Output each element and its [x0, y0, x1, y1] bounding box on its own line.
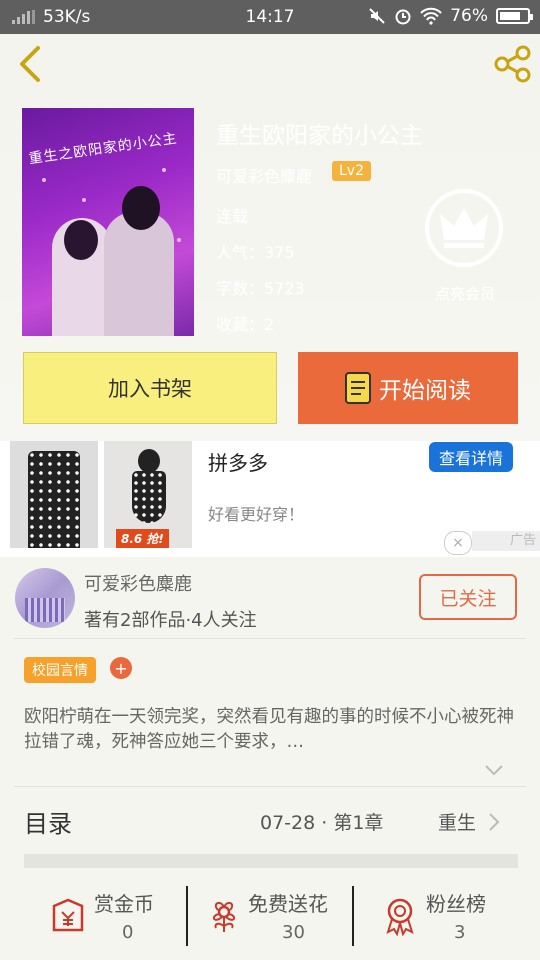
status-right: 76% — [368, 6, 533, 26]
book-description[interactable]: 欧阳柠萌在一天领完奖，突然看见有趣的事的时候不小心被死神拉错了魂，死神答应她三个… — [24, 705, 514, 755]
book-status: 连载 — [216, 207, 249, 226]
add-to-shelf-button[interactable]: 加入书架 — [23, 352, 277, 424]
free-flowers-value: 30 — [282, 922, 305, 943]
mute-icon — [369, 8, 385, 24]
vip-crown-icon[interactable] — [424, 188, 504, 268]
ad-banner[interactable]: 8.6 抢! 拼多多 好看更好穿！ 查看详情 × 广告 — [0, 441, 540, 557]
start-reading-button[interactable]: 开始阅读 — [298, 352, 518, 424]
follow-button[interactable]: 已关注 — [419, 574, 517, 620]
genre-tag[interactable]: 校园言情 — [24, 657, 96, 683]
battery-percent: 76% — [450, 6, 488, 26]
status-bar: 53K/s 14:17 76% — [0, 0, 540, 34]
avatar[interactable] — [15, 568, 75, 628]
author-stats: 著有2部作品·4人关注 — [84, 610, 257, 631]
book-author[interactable]: 可爱彩色麋鹿 — [216, 163, 312, 187]
ad-details-button[interactable]: 查看详情 — [429, 442, 513, 472]
red-envelope-icon — [52, 898, 84, 932]
cover-title: 重生之欧阳家的小公主 — [27, 130, 179, 168]
divider — [352, 886, 354, 946]
author-row[interactable]: 可爱彩色麋鹿 著有2部作品·4人关注 已关注 — [0, 560, 540, 638]
book-popularity: 人气：375 — [216, 243, 295, 262]
medal-icon — [386, 898, 414, 936]
book-cover[interactable]: 重生之欧阳家的小公主 — [22, 108, 194, 336]
free-flowers-label: 免费送花 — [248, 892, 328, 916]
start-reading-label: 开始阅读 — [379, 378, 471, 404]
author-level-badge: Lv2 — [332, 161, 371, 181]
add-tag-button[interactable]: + — [110, 657, 132, 679]
ad-close-button[interactable]: × — [444, 531, 472, 555]
section-separator — [24, 854, 518, 868]
follow-label: 已关注 — [439, 587, 497, 610]
chevron-right-icon — [489, 813, 500, 831]
fan-ranking-label: 粉丝榜 — [426, 892, 486, 916]
divider — [14, 786, 526, 787]
toc-label: 目录 — [24, 810, 72, 838]
ad-price-badge: 8.6 抢! — [116, 529, 169, 548]
vip-label[interactable]: 点亮会员 — [424, 283, 506, 304]
ad-brand: 拼多多 — [208, 451, 268, 475]
reward-coins-button[interactable]: 赏金币 0 — [48, 870, 168, 960]
fan-ranking-button[interactable]: 粉丝榜 3 — [380, 870, 510, 960]
author-name: 可爱彩色麋鹿 — [84, 574, 192, 595]
ad-image-skirt — [10, 441, 98, 548]
chevron-down-icon[interactable] — [484, 763, 504, 777]
battery-icon — [496, 8, 533, 24]
ad-tag: 广告 — [472, 531, 540, 551]
wifi-icon — [420, 7, 442, 25]
free-flowers-button[interactable]: 免费送花 30 — [204, 870, 344, 960]
back-arrow-icon[interactable] — [14, 44, 44, 84]
reward-coins-label: 赏金币 — [94, 892, 154, 916]
toc-latest-date-chapter: 07-28 · 第1章 — [260, 812, 384, 834]
fan-ranking-value: 3 — [454, 922, 466, 943]
reward-coins-value: 0 — [122, 922, 134, 943]
flower-icon — [212, 901, 236, 932]
book-title: 重生欧阳家的小公主 — [216, 123, 423, 149]
ad-details-label: 查看详情 — [438, 449, 503, 468]
cover-figure-boy — [104, 212, 174, 336]
add-to-shelf-label: 加入书架 — [108, 377, 192, 401]
share-icon[interactable] — [492, 44, 532, 84]
ad-slogan: 好看更好穿！ — [208, 505, 305, 524]
bottom-bar: 赏金币 0 免费送花 30 粉丝榜 3 — [0, 870, 540, 960]
table-of-contents-row[interactable]: 目录 07-28 · 第1章 重生 — [0, 790, 540, 852]
divider — [186, 886, 188, 946]
alarm-icon — [395, 9, 411, 25]
book-icon — [345, 372, 371, 404]
book-word-count: 字数：5723 — [216, 279, 305, 298]
divider — [14, 638, 526, 639]
toc-latest-title: 重生 — [438, 812, 477, 834]
book-favorites: 收藏：2 — [216, 315, 275, 334]
